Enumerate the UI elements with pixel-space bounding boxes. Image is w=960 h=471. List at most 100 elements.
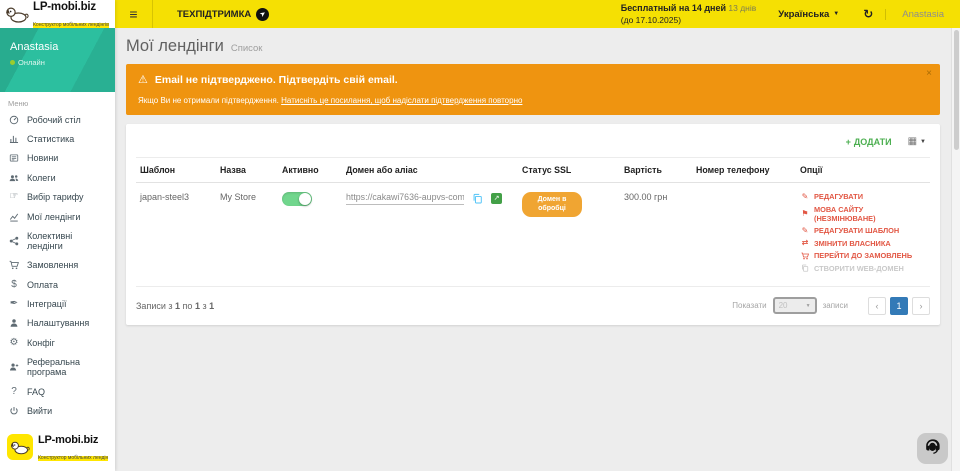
records-word-label: записи [823,301,848,310]
topbar: ≡ ТЕХПІДТРИМКА ➤ Бесплатный на 14 дней 1… [115,0,960,28]
sidebar-item-label: Інтеграції [27,299,66,309]
trial-days-left: 13 днів [728,3,756,13]
domain-link[interactable]: https://cakawi7636-aupvs-com-42 [346,192,464,205]
sidebar-item-label: Мої лендінги [27,212,80,222]
hand-pointer-icon: ☞ [8,192,20,202]
page-size-value: 20 [779,301,788,310]
option-label: МОВА САЙТУ (НЕЗМІНЮВАНЕ) [814,205,926,223]
brand-subtitle: Конструктор мобільних лендінгів [38,456,108,461]
sidebar-item-referral[interactable]: Реферальна програма [0,353,115,382]
sidebar-item-desktop[interactable]: Робочий стіл [0,110,115,129]
sidebar-item-settings[interactable]: Налаштування [0,314,115,333]
sidebar-item-statistics[interactable]: Статистика [0,129,115,148]
copy-icon[interactable] [472,193,483,204]
tech-support-label: ТЕХПІДТРИМКА [177,9,251,20]
col-header-phone: Номер телефону [692,158,796,183]
alert-text: Якщо Ви не отримали підтвердження. [138,96,279,105]
option-edit-template[interactable]: ✎ РЕДАГУВАТИ ШАБЛОН [800,226,926,235]
dog-mascot-icon [7,434,33,460]
landings-table: Шаблон Назва Активно Домен або аліас Ста… [136,157,930,287]
view-columns-button[interactable]: ▦ ▼ [908,136,926,147]
refresh-icon: ↻ [863,7,873,21]
toggle-knob [299,193,311,205]
trial-until-date: (до 17.10.2025) [621,15,681,25]
pagination: ‹ 1 › [864,297,930,315]
brand-logo[interactable]: LP-mobi.biz Конструктор мобільних лендін… [0,0,115,28]
page-subtitle: Список [231,43,263,54]
brand-logo-bottom: LP-mobi.biz Конструктор мобільних лендін… [0,423,115,471]
sidebar-item-orders[interactable]: Замовлення [0,256,115,275]
user-profile-panel: Anastasia Онлайн [0,28,115,92]
newspaper-icon [8,153,20,163]
sidebar-item-collective-landings[interactable]: Колективні лендінги [0,226,115,255]
close-icon[interactable]: × [926,68,932,79]
option-go-to-orders[interactable]: ПЕРЕЙТИ ДО ЗАМОВЛЕНЬ [800,251,926,260]
edit-icon: ✎ [800,227,810,235]
profile-status: Онлайн [18,58,45,67]
hamburger-menu-button[interactable]: ≡ [115,0,153,28]
sidebar-item-config[interactable]: ⚙ Конфіг [0,333,115,352]
add-button-label: ДОДАТИ [854,137,892,147]
sidebar-item-my-landings[interactable]: Мої лендінги [0,207,115,226]
sidebar-item-label: FAQ [27,387,45,397]
dashboard-icon [8,115,20,125]
sidebar-item-colleagues[interactable]: Колеги [0,168,115,187]
sidebar-item-news[interactable]: Новини [0,149,115,168]
pagination-page-1[interactable]: 1 [890,297,908,315]
ssl-status-badge: Домен в обробці [522,192,582,217]
users-icon [8,173,20,183]
add-landing-button[interactable]: + ДОДАТИ [846,137,892,147]
cell-active [278,183,342,287]
power-icon [8,406,20,416]
active-toggle[interactable] [282,192,312,206]
sidebar: LP-mobi.biz Конструктор мобільних лендін… [0,0,115,471]
option-edit[interactable]: ✎ РЕДАГУВАТИ [800,192,926,201]
col-header-active: Активно [278,158,342,183]
scrollbar[interactable] [951,28,960,471]
language-selector[interactable]: Українська ▼ [766,9,851,20]
chevron-down-icon: ▼ [833,11,839,17]
refresh-button[interactable]: ↻ [851,7,885,21]
pagination-next-button[interactable]: › [912,297,930,315]
cell-domain: https://cakawi7636-aupvs-com-42 ↗ [342,183,518,287]
option-site-language[interactable]: ⚑ МОВА САЙТУ (НЕЗМІНЮВАНЕ) [800,205,926,223]
option-change-owner[interactable]: ⇄ ЗМІНИТИ ВЛАСНИКА [800,239,926,248]
edit-icon: ✎ [800,193,810,201]
cart-icon [800,252,810,260]
dollar-icon: $ [8,280,20,290]
copy-icon [800,264,810,272]
option-label: РЕДАГУВАТИ [814,192,863,201]
scrollbar-thumb[interactable] [954,30,959,150]
option-label: ЗМІНИТИ ВЛАСНИКА [814,239,891,248]
sidebar-item-label: Новини [27,153,58,163]
external-link-icon[interactable]: ↗ [491,193,502,204]
topbar-user-menu[interactable]: Anastasia [885,9,960,20]
records-summary: Записи з 1 по 1 з 1 [136,301,214,311]
sidebar-item-label: Колеги [27,173,56,183]
menu-section-label: Меню [0,92,115,110]
resend-confirmation-link[interactable]: Натисніть це посилання, щоб надіслати пі… [281,96,522,105]
option-label: СТВОРИТИ WEB-ДОМЕН [814,264,904,273]
pagination-prev-button[interactable]: ‹ [868,297,886,315]
sidebar-item-integrations[interactable]: ✒ Інтеграції [0,294,115,313]
headset-icon [923,437,942,461]
cell-template: japan-steel3 [136,183,216,287]
col-header-ssl: Статус SSL [518,158,620,183]
sidebar-item-faq[interactable]: ? FAQ [0,382,115,401]
question-icon: ? [8,387,20,397]
sidebar-item-label: Реферальна програма [27,357,107,377]
warning-icon: ⚠ [138,73,148,86]
user-icon [8,318,20,328]
cell-name: My Store [216,183,278,287]
support-chat-button[interactable] [917,433,948,464]
page-size-select[interactable]: 20 ▼ [773,297,817,314]
sidebar-item-logout[interactable]: Вийти [0,401,115,420]
sidebar-item-tariff[interactable]: ☞ Вибір тарифу [0,188,115,207]
tech-support-link[interactable]: ТЕХПІДТРИМКА ➤ [153,0,293,28]
brand-name: LP-mobi.biz [38,434,98,446]
sidebar-item-payment[interactable]: $ Оплата [0,275,115,294]
chevron-down-icon: ▼ [920,139,926,145]
option-label: ПЕРЕЙТИ ДО ЗАМОВЛЕНЬ [814,251,912,260]
bar-chart-icon [8,134,20,144]
user-plus-icon [8,362,20,372]
